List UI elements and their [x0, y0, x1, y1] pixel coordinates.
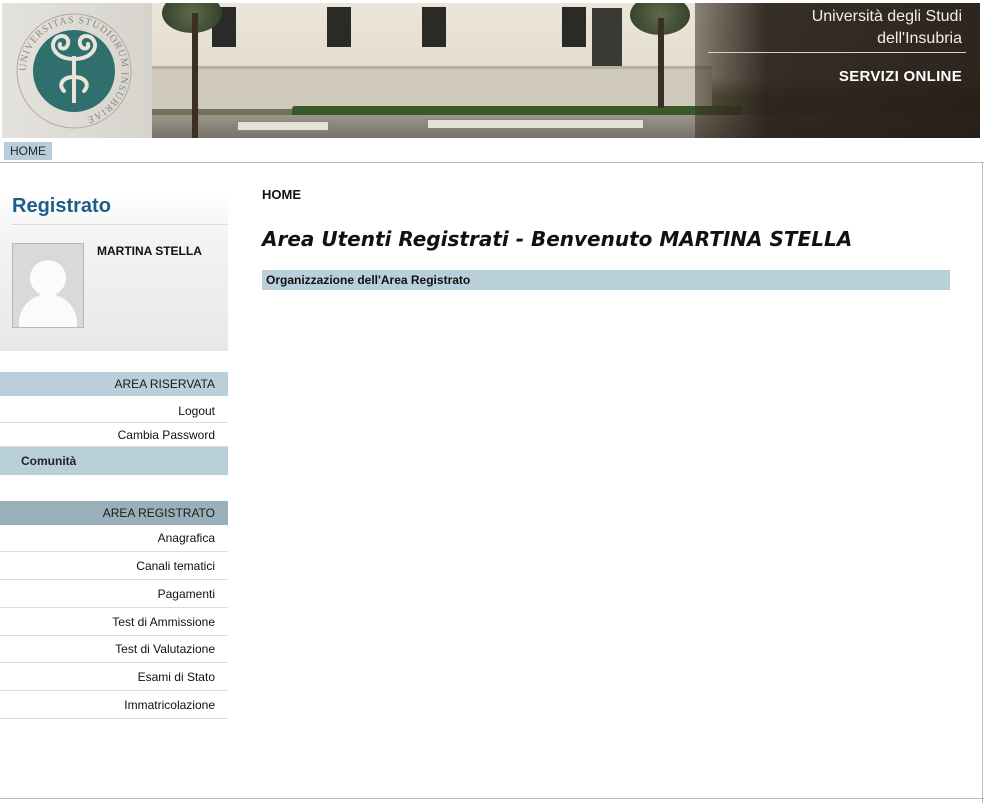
university-name: Università degli Studi dell'Insubria [812, 6, 962, 50]
comunita-link[interactable]: Comunità [0, 447, 228, 475]
user-box: Registrato MARTINA STELLA [0, 191, 228, 351]
anagrafica-link[interactable]: Anagrafica [0, 525, 228, 552]
section-heading: Organizzazione dell'Area Registrato [262, 270, 950, 290]
page-title: Area Utenti Registrati - Benvenuto MARTI… [262, 227, 853, 251]
frame-bottom-border [0, 798, 984, 799]
immatricolazione-link[interactable]: Immatricolazione [0, 692, 228, 719]
area-registrato-heading: AREA REGISTRATO [0, 501, 228, 525]
building-plinth [152, 66, 712, 109]
tree-trunk [658, 18, 664, 108]
university-name-line1: Università degli Studi [811, 8, 962, 25]
user-name: MARTINA STELLA [97, 244, 202, 258]
canali-tematici-link[interactable]: Canali tematici [0, 553, 228, 580]
university-name-line2: dell'Insubria [877, 30, 962, 47]
bench [237, 121, 329, 131]
bench [427, 119, 644, 129]
avatar-head [30, 260, 66, 296]
header-banner: UNIVERSITAS STUDIORUM INSUBRIAE Universi… [0, 0, 984, 140]
test-valutazione-link[interactable]: Test di Valutazione [0, 636, 228, 663]
sidebar: Registrato MARTINA STELLA AREA RISERVATA… [0, 163, 228, 803]
frame-right-border [982, 163, 983, 803]
esami-di-stato-link[interactable]: Esami di Stato [0, 664, 228, 691]
building-window [562, 7, 586, 47]
title-divider [12, 224, 228, 225]
area-riservata-heading: AREA RISERVATA [0, 372, 228, 396]
change-password-link[interactable]: Cambia Password [0, 423, 228, 447]
pagamenti-link[interactable]: Pagamenti [0, 581, 228, 608]
building-window [327, 7, 351, 47]
university-seal-icon: UNIVERSITAS STUDIORUM INSUBRIAE [16, 13, 132, 129]
logout-link[interactable]: Logout [0, 399, 228, 423]
tree-trunk [192, 13, 198, 138]
logo-panel: UNIVERSITAS STUDIORUM INSUBRIAE [2, 3, 152, 138]
services-label: SERVIZI ONLINE [838, 68, 962, 85]
avatar-body [19, 294, 77, 327]
test-ammissione-link[interactable]: Test di Ammissione [0, 609, 228, 636]
breadcrumb[interactable]: HOME [262, 187, 301, 202]
sidebar-title: Registrato [12, 195, 111, 217]
building-window [422, 7, 446, 47]
nav-home-tab[interactable]: HOME [4, 142, 52, 160]
user-avatar-icon [12, 243, 84, 328]
top-navigation: HOME [0, 140, 984, 163]
header-divider [708, 52, 966, 53]
